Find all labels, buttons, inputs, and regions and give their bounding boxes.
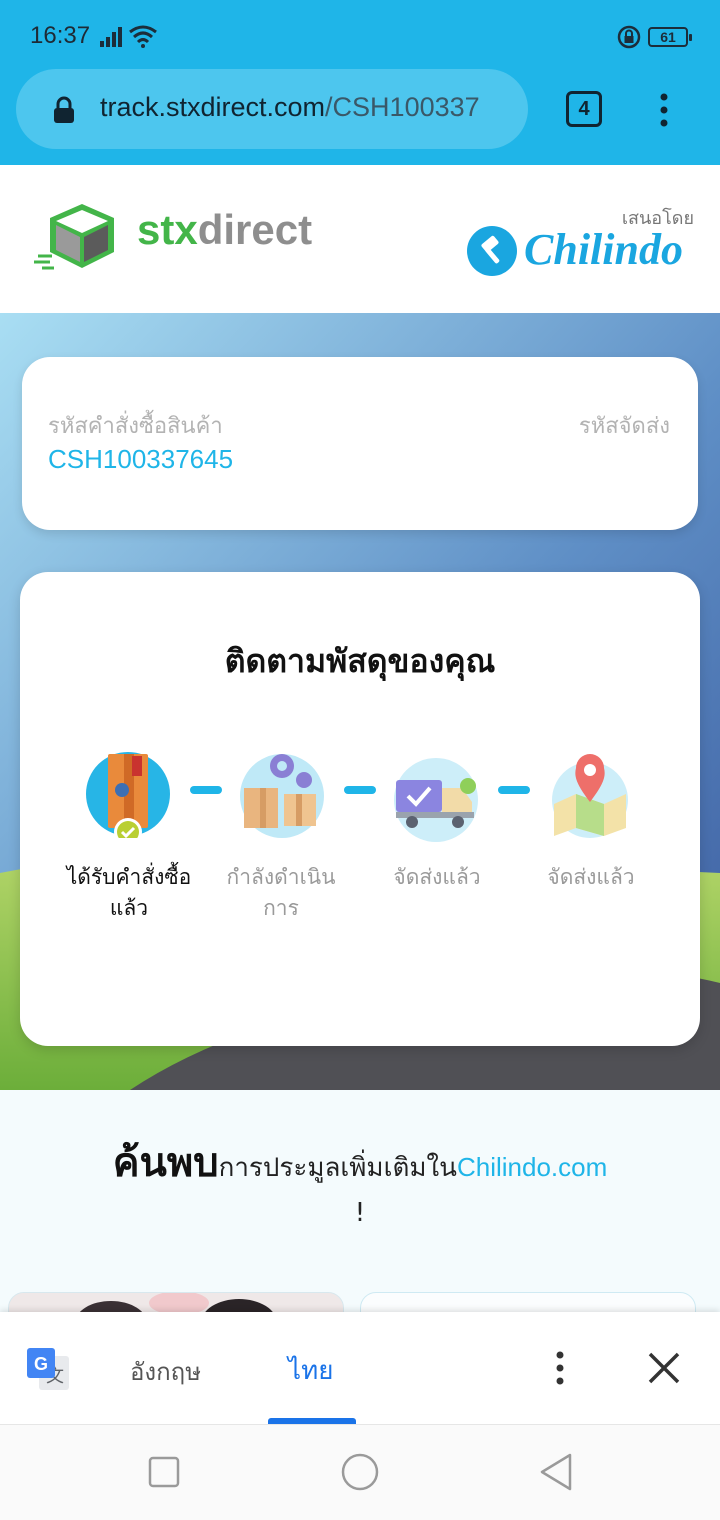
- stx-logo-part1: stx: [137, 206, 198, 253]
- chilindo-link[interactable]: Chilindo.com: [457, 1152, 607, 1182]
- gavel-logo-icon[interactable]: [466, 225, 518, 277]
- battery-icon: 61: [648, 27, 692, 47]
- partner-logo-text[interactable]: Chilindo: [524, 224, 683, 275]
- stx-logo-text: stxdirect: [137, 206, 312, 254]
- step-label-shipped: จัดส่งแล้ว: [393, 865, 481, 889]
- svg-text:G: G: [34, 1354, 48, 1374]
- translate-bar: [0, 1312, 720, 1424]
- google-translate-icon[interactable]: 文 G: [25, 1346, 71, 1392]
- order-box-icon: [86, 752, 170, 838]
- tab-switcher-button[interactable]: 4: [566, 91, 602, 127]
- lock-icon: [54, 96, 74, 123]
- step-connector: [344, 786, 376, 794]
- step-connector: [498, 786, 530, 794]
- status-time: 16:37: [30, 22, 91, 49]
- step-label-received: ได้รับคำสั่งซื้อแล้ว: [66, 865, 192, 920]
- step-connector: [190, 786, 222, 794]
- url-host: track.stxdirect.com: [100, 92, 326, 122]
- status-bar: 16:37 61: [0, 0, 720, 72]
- shipping-number-label: รหัสจัดส่ง: [578, 414, 670, 439]
- stx-logo-part2: direct: [197, 206, 313, 253]
- discover-rest-text: การประมูลเพิ่มเติมใน: [218, 1153, 457, 1183]
- discover-heading: ค้นพบการประมูลเพิ่มเติมในChilindo.com: [0, 1130, 720, 1194]
- translate-more-icon[interactable]: [552, 1350, 568, 1386]
- step-label-delivered: จัดส่งแล้ว: [547, 865, 635, 889]
- step-label-processing: กำลังดำเนินการ: [226, 865, 336, 920]
- map-pin-icon: [552, 754, 628, 838]
- close-icon[interactable]: [646, 1350, 682, 1386]
- language-tab-english[interactable]: อังกฤษ: [130, 1352, 201, 1391]
- order-number-value: CSH100337645: [48, 444, 234, 474]
- order-number-label: รหัสคำสั่งซื้อสินค้า: [48, 414, 223, 439]
- back-icon[interactable]: [538, 1452, 574, 1492]
- recent-apps-icon[interactable]: [148, 1456, 180, 1488]
- delivery-truck-icon: [394, 758, 478, 842]
- browser-menu-icon[interactable]: [656, 92, 672, 128]
- discover-exclamation: !: [354, 1198, 366, 1228]
- url-text[interactable]: track.stxdirect.com/CSH100337: [100, 92, 510, 123]
- processing-boxes-icon: [240, 754, 324, 838]
- home-icon[interactable]: [340, 1452, 380, 1492]
- rotation-lock-icon: [617, 25, 641, 49]
- discover-big-text: ค้นพบ: [112, 1140, 219, 1186]
- signal-icon: [100, 27, 122, 47]
- stx-cube-logo-icon[interactable]: [32, 200, 120, 274]
- url-path: /CSH100337: [325, 92, 480, 122]
- tracking-title: ติดตามพัสดุของคุณ: [224, 642, 496, 680]
- language-tab-thai[interactable]: ไทย: [288, 1350, 333, 1391]
- wifi-icon: [129, 25, 157, 48]
